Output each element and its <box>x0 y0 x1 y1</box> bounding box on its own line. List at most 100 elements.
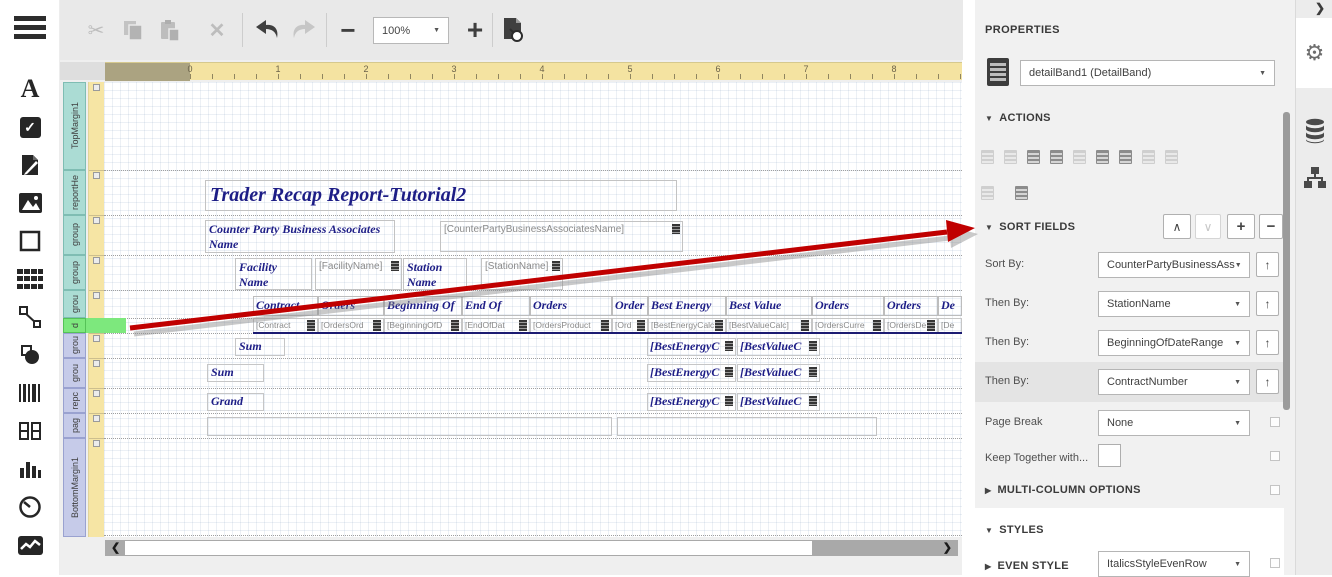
scroll-right-icon[interactable]: ❯ <box>943 540 952 556</box>
sum-label[interactable]: Sum <box>235 338 285 356</box>
property-marker-checkbox[interactable] <box>1270 558 1280 568</box>
band-action-icon[interactable] <box>1027 150 1040 164</box>
sort-order-button[interactable]: ↑ <box>1256 369 1279 394</box>
label-tool-icon[interactable]: A <box>17 76 44 102</box>
collapse-panel-icon[interactable]: ❯ <box>1296 1 1332 15</box>
table-header-cell[interactable]: Orders <box>318 296 384 316</box>
zoom-out-icon[interactable]: − <box>332 14 364 46</box>
page-footer-box[interactable] <box>207 417 612 436</box>
scrollbar-thumb[interactable] <box>1283 112 1290 410</box>
band-report-footer[interactable]: repc <box>63 388 86 413</box>
table-header-cell[interactable]: Beginning Of <box>384 296 462 316</box>
pivotgrid-tool-icon[interactable] <box>17 570 44 575</box>
page-break-dropdown[interactable]: None▼ <box>1098 410 1250 436</box>
band-detail-selected[interactable]: d <box>63 318 86 333</box>
panel-tool-icon[interactable] <box>17 228 44 254</box>
sum-value-cell[interactable]: [BestEnergyC <box>647 364 736 382</box>
band-action-icon[interactable] <box>1142 150 1155 164</box>
undo-icon[interactable] <box>251 14 283 46</box>
sort-order-button[interactable]: ↑ <box>1256 252 1279 277</box>
barcode-tool-icon[interactable] <box>17 380 44 406</box>
table-field-cell[interactable]: [BestEnergyCalc <box>648 318 726 333</box>
band-action-icon[interactable] <box>1073 150 1086 164</box>
table-header-cell[interactable]: Best Value <box>726 296 812 316</box>
section-even-style[interactable]: ▶EVEN STYLE <box>985 560 1069 572</box>
sum-value-cell[interactable]: [BestValueC <box>737 364 820 382</box>
zoom-in-icon[interactable]: + <box>459 14 491 46</box>
scrollbar-thumb[interactable] <box>125 541 812 555</box>
table-field-cell[interactable]: [OrdersOrd <box>318 318 384 333</box>
add-sort-field-button[interactable]: + <box>1227 214 1255 239</box>
band-group-footer1[interactable]: grou <box>63 333 86 358</box>
band-action-icon[interactable] <box>1119 150 1132 164</box>
band-group-header1[interactable]: group <box>63 215 86 255</box>
character-comb-tool-icon[interactable] <box>17 418 44 444</box>
sum-label[interactable]: Sum <box>207 364 264 382</box>
band-report-header[interactable]: reportHe <box>63 170 86 215</box>
table-header-cell[interactable]: Orders <box>884 296 938 316</box>
table-header-cell[interactable]: De <box>938 296 962 316</box>
table-field-cell[interactable]: [BeginningOfD <box>384 318 462 333</box>
gauge-tool-icon[interactable] <box>17 494 44 520</box>
scroll-left-icon[interactable]: ❮ <box>111 540 120 556</box>
table-header-cell[interactable]: Orders <box>530 296 612 316</box>
keep-together-checkbox[interactable] <box>1098 444 1121 467</box>
even-style-dropdown[interactable]: ItalicsStyleEvenRow▼ <box>1098 551 1250 577</box>
delete-icon[interactable]: ✕ <box>201 14 233 46</box>
table-field-cell[interactable]: [Ord <box>612 318 648 333</box>
gear-icon[interactable]: ⚙ <box>1296 40 1332 66</box>
sum-value-cell[interactable]: [BestEnergyC <box>647 338 736 356</box>
sum-value-cell[interactable]: [BestValueC <box>737 393 820 411</box>
section-actions[interactable]: ▼ACTIONS <box>985 112 1051 124</box>
preview-icon[interactable] <box>497 14 529 46</box>
table-header-cell[interactable]: Contract <box>253 296 318 316</box>
section-styles[interactable]: ▼STYLES <box>985 524 1044 536</box>
sum-value-cell[interactable]: [BestEnergyC <box>647 393 736 411</box>
table-tool-icon[interactable] <box>17 266 44 292</box>
table-field-cell[interactable]: [Contract <box>253 318 318 333</box>
field-list-icon[interactable] <box>1296 118 1332 149</box>
report-title-label[interactable]: Trader Recap Report-Tutorial2 <box>205 180 677 211</box>
band-action-icon[interactable] <box>981 150 994 164</box>
copy-icon[interactable] <box>117 14 149 46</box>
horizontal-scrollbar[interactable]: ❮ ❯ <box>105 540 958 556</box>
chart-tool-icon[interactable] <box>17 456 44 482</box>
sparkline-tool-icon[interactable] <box>17 532 44 558</box>
sort-field-dropdown[interactable]: CounterPartyBusinessAss▼ <box>1098 252 1250 278</box>
checkbox-tool-icon[interactable]: ✓ <box>17 114 44 140</box>
table-header-cell[interactable]: End Of <box>462 296 530 316</box>
table-field-cell[interactable]: [BestValueCalc] <box>726 318 812 333</box>
grand-total-label[interactable]: Grand <box>207 393 264 411</box>
table-header-cell[interactable]: Best Energy <box>648 296 726 316</box>
paste-icon[interactable] <box>154 14 186 46</box>
band-action-icon[interactable] <box>981 186 994 200</box>
band-bottom-margin[interactable]: BottomMargin1 <box>63 438 86 537</box>
section-sort-fields[interactable]: ▼SORT FIELDS <box>985 221 1075 233</box>
sort-field-dropdown[interactable]: ContractNumber▼ <box>1098 369 1250 395</box>
cut-icon[interactable]: ✂ <box>80 14 112 46</box>
selected-object-dropdown[interactable]: detailBand1 (DetailBand) ▼ <box>1020 60 1275 86</box>
sort-order-button[interactable]: ↑ <box>1256 330 1279 355</box>
property-marker-checkbox[interactable] <box>1270 417 1280 427</box>
sort-order-button[interactable]: ↑ <box>1256 291 1279 316</box>
line-tool-icon[interactable] <box>17 304 44 330</box>
station-field-box[interactable]: [StationName] <box>481 258 563 290</box>
properties-tab-active[interactable]: ⚙ <box>1296 18 1332 88</box>
band-action-icon[interactable] <box>1165 150 1178 164</box>
band-action-icon[interactable] <box>1004 150 1017 164</box>
table-field-cell[interactable]: [OrdersCurre <box>812 318 884 333</box>
table-field-cell[interactable]: [OrdersProduct <box>530 318 612 333</box>
property-marker-checkbox[interactable] <box>1270 451 1280 461</box>
group-field-box[interactable]: [CounterPartyBusinessAssociatesName] <box>440 221 683 252</box>
table-field-cell[interactable]: [OrdersDe <box>884 318 938 333</box>
table-header-cell[interactable]: Order <box>612 296 648 316</box>
report-explorer-icon[interactable] <box>1296 166 1332 195</box>
delete-band-icon[interactable] <box>1096 150 1109 164</box>
facility-field-box[interactable]: [FacilityName] <box>315 258 402 290</box>
band-group-footer2[interactable]: grou <box>63 358 86 388</box>
band-top-margin[interactable]: TopMargin1 <box>63 82 86 170</box>
band-action-icon[interactable] <box>1050 150 1063 164</box>
band-group-header2[interactable]: group <box>63 255 86 290</box>
menu-icon[interactable] <box>14 16 46 42</box>
zoom-level-dropdown[interactable]: 100% ▼ <box>373 17 449 44</box>
